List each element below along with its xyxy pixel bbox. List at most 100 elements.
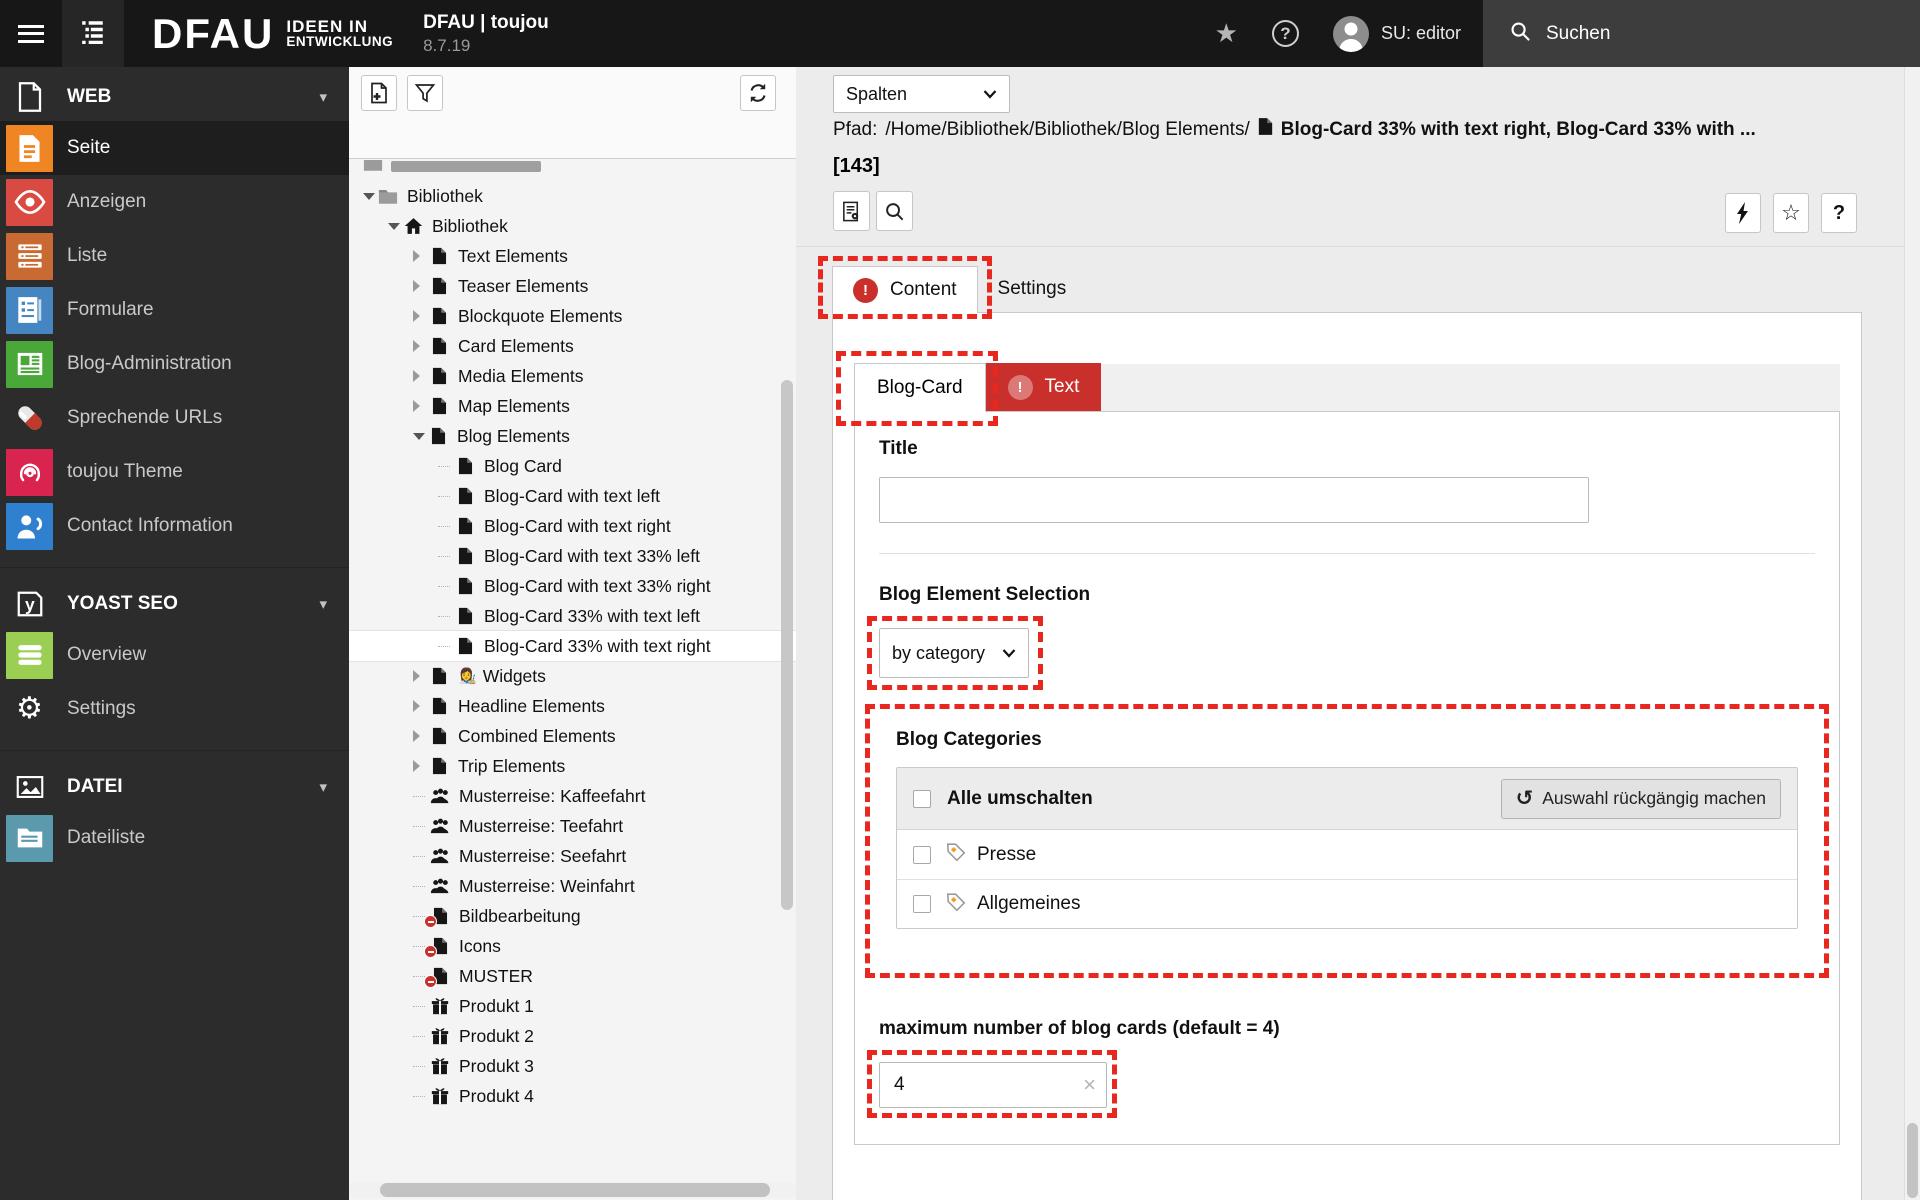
filter-button[interactable] [407, 75, 443, 111]
category-row[interactable]: Allgemeines [897, 879, 1797, 928]
tree-item[interactable]: Musterreise: Teefahrt [349, 811, 796, 841]
expand-toggle[interactable] [413, 250, 426, 262]
tree-item[interactable]: Trip Elements [349, 751, 796, 781]
category-row[interactable]: Presse [897, 830, 1797, 879]
tree-item[interactable]: Bildbearbeitung [349, 901, 796, 931]
main-vertical-scrollbar[interactable] [1904, 67, 1920, 1200]
expand-toggle[interactable] [413, 370, 426, 382]
tab-text[interactable]: ! Text [986, 363, 1102, 411]
tree-vertical-scrollbar[interactable] [781, 380, 793, 910]
sidebar-item-overview[interactable]: Overview [0, 628, 349, 682]
topbar: DFAU IDEEN IN ENTWICKLUNG DFAU | toujou … [0, 0, 1920, 67]
sidebar-item-contact-information[interactable]: Contact Information [0, 499, 349, 553]
section-header-datei[interactable]: DATEI▾ [0, 763, 349, 811]
help-button[interactable]: ? [1272, 0, 1333, 67]
tree-item[interactable]: Produkt 1 [349, 991, 796, 1021]
pagetree-toggle-button[interactable] [62, 0, 124, 67]
user-menu[interactable]: SU: editor [1333, 0, 1461, 67]
sidebar-item-seite[interactable]: Seite [0, 121, 349, 175]
scrollbar-thumb[interactable] [1907, 1123, 1918, 1198]
tree-item[interactable]: Combined Elements [349, 721, 796, 751]
tree-item[interactable]: Produkt 4 [349, 1081, 796, 1111]
new-page-button[interactable] [361, 75, 397, 111]
bookmark-record-button[interactable]: ☆ [1773, 193, 1809, 233]
tree-item[interactable]: Map Elements [349, 391, 796, 421]
scrollbar-thumb[interactable] [380, 1183, 770, 1197]
bookmark-button[interactable]: ★ [1215, 0, 1272, 67]
sidebar-item-anzeigen[interactable]: Anzeigen [0, 175, 349, 229]
tab-blog-card[interactable]: Blog-Card [854, 363, 986, 412]
undo-selection-button[interactable]: ↺ Auswahl rückgängig machen [1501, 779, 1781, 819]
tree-item[interactable]: Produkt 2 [349, 1021, 796, 1051]
tree-item[interactable]: Teaser Elements [349, 271, 796, 301]
collapse-toggle[interactable] [363, 193, 375, 206]
columns-select[interactable]: Spalten [833, 75, 1010, 113]
category-checkbox[interactable] [913, 846, 931, 864]
blog-element-selection-select[interactable]: by category [879, 628, 1029, 678]
tree-item[interactable]: Bibliothek [349, 181, 796, 211]
tree-connector [413, 1096, 425, 1097]
tree-item[interactable]: Card Elements [349, 331, 796, 361]
sidebar-item-liste[interactable]: Liste [0, 229, 349, 283]
tree-item[interactable]: Text Elements [349, 241, 796, 271]
typo3-version: 8.7.19 [423, 36, 549, 56]
tree-item[interactable]: Blockquote Elements [349, 301, 796, 331]
tab-settings[interactable]: Settings [978, 266, 1087, 312]
tree-item[interactable]: Blog-Card with text right [349, 511, 796, 541]
expand-toggle[interactable] [413, 700, 426, 712]
tree-item[interactable]: Musterreise: Weinfahrt [349, 871, 796, 901]
tab-content[interactable]: ! Content [832, 266, 978, 313]
sidebar-item-dateiliste[interactable]: Dateiliste [0, 811, 349, 865]
section-header-yoast[interactable]: yYOAST SEO▾ [0, 580, 349, 628]
tree-item[interactable]: Blog Card [349, 451, 796, 481]
tree-item[interactable]: Blog-Card with text left [349, 481, 796, 511]
search-record-button[interactable] [876, 191, 913, 231]
title-input[interactable] [879, 477, 1589, 523]
tree-item[interactable]: 👩‍🎨Widgets [349, 661, 796, 691]
tree-item[interactable]: Icons [349, 931, 796, 961]
expand-toggle[interactable] [413, 760, 426, 772]
tree-item[interactable]: Blog-Card with text 33% right [349, 571, 796, 601]
section-header-web[interactable]: WEB▾ [0, 73, 349, 121]
clear-icon[interactable]: × [1083, 1074, 1096, 1096]
expand-toggle[interactable] [413, 670, 426, 682]
tree-horizontal-scrollbar[interactable] [349, 1182, 796, 1198]
tree-item[interactable]: Produkt 3 [349, 1051, 796, 1081]
tree-item-label: Blog Elements [457, 426, 570, 447]
page-icon [454, 487, 476, 505]
expand-toggle[interactable] [413, 340, 426, 352]
expand-toggle[interactable] [413, 280, 426, 292]
toolbar-search[interactable]: Suchen [1483, 0, 1920, 67]
refresh-button[interactable] [740, 75, 776, 111]
tree-item[interactable]: Headline Elements [349, 691, 796, 721]
tree-item[interactable]: Blog-Card 33% with text left [349, 601, 796, 631]
expand-toggle[interactable] [413, 310, 426, 322]
toggle-all-checkbox[interactable] [913, 790, 931, 808]
tree-item[interactable]: MUSTER [349, 961, 796, 991]
collapse-toggle[interactable] [388, 223, 400, 236]
sidebar-item-toujou-theme[interactable]: toujou Theme [0, 445, 349, 499]
sidebar-item-formulare[interactable]: Formulare [0, 283, 349, 337]
sidebar-item-blog-administration[interactable]: Blog-Administration [0, 337, 349, 391]
tree-item-clipped[interactable] [349, 160, 796, 181]
history-button[interactable] [1725, 193, 1761, 233]
dfau-logo[interactable]: DFAU IDEEN IN ENTWICKLUNG [152, 0, 393, 67]
category-checkbox[interactable] [913, 895, 931, 913]
expand-toggle[interactable] [413, 730, 426, 742]
collapse-toggle[interactable] [413, 433, 425, 446]
max-cards-input[interactable] [880, 1063, 1106, 1107]
context-help-button[interactable]: ? [1821, 193, 1857, 233]
view-page-properties-button[interactable] [833, 191, 870, 231]
tree-item[interactable]: Bibliothek [349, 211, 796, 241]
tree-connector [438, 526, 450, 527]
tree-item[interactable]: Blog-Card with text 33% left [349, 541, 796, 571]
expand-toggle[interactable] [413, 400, 426, 412]
tree-item[interactable]: Musterreise: Seefahrt [349, 841, 796, 871]
tree-item[interactable]: Musterreise: Kaffeefahrt [349, 781, 796, 811]
tree-item[interactable]: Media Elements [349, 361, 796, 391]
tree-item[interactable]: Blog-Card 33% with text right [349, 631, 796, 661]
sidebar-item-settings[interactable]: ⚙Settings [0, 682, 349, 736]
modulemenu-toggle-button[interactable] [0, 0, 62, 67]
tree-item[interactable]: Blog Elements [349, 421, 796, 451]
sidebar-item-sprechende-urls[interactable]: Sprechende URLs [0, 391, 349, 445]
